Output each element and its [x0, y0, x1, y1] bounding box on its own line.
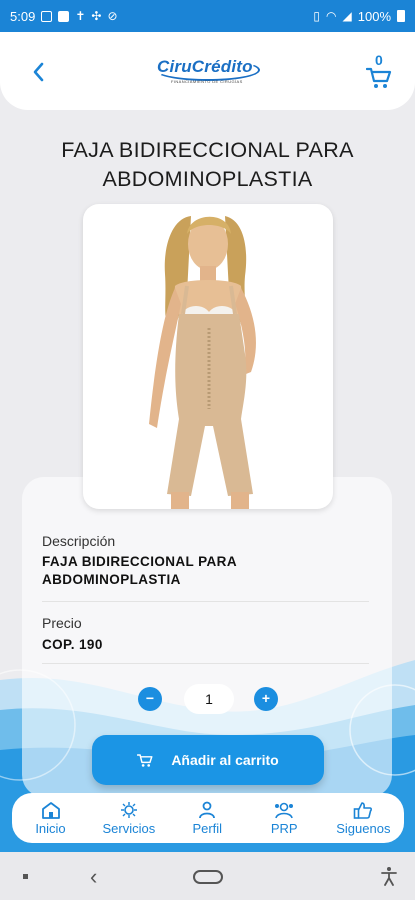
cart-icon	[137, 753, 153, 767]
add-to-cart-label: Añadir al carrito	[171, 752, 279, 768]
vibrate-icon: ▯	[313, 9, 321, 23]
product-photo	[149, 216, 256, 509]
status-bar: 5:09 ✝ ✣ ⊘ ▯ ◠ ◢ 100%	[0, 0, 415, 32]
bottom-nav: Inicio Servicios Perfil PRP Siguenos	[12, 793, 404, 843]
quantity-increase-button[interactable]: +	[254, 687, 278, 711]
nav-item-prp[interactable]: PRP	[259, 801, 309, 836]
price-label: Precio	[42, 615, 82, 631]
divider	[42, 663, 369, 664]
status-time: 5:09	[10, 8, 36, 24]
divider	[42, 601, 369, 602]
thumbs-up-icon	[354, 801, 373, 819]
quantity-value[interactable]: 1	[184, 684, 234, 714]
add-to-cart-button[interactable]: Añadir al carrito	[92, 735, 324, 785]
nav-label: Inicio	[35, 820, 66, 836]
app-header: CiruCrédito FINANCIAMIENTO DE CIRUGÍAS 0	[0, 32, 415, 110]
system-home-icon[interactable]	[193, 870, 223, 884]
battery-level: 100%	[357, 8, 391, 24]
logo-tagline: FINANCIAMIENTO DE CIRUGÍAS	[171, 79, 243, 84]
home-icon	[41, 801, 60, 819]
battery-icon	[397, 10, 405, 22]
price-value: COP. 190	[42, 637, 103, 652]
system-back-icon[interactable]: ‹	[90, 864, 97, 890]
wifi-icon: ◠	[326, 9, 337, 23]
description-value: FAJA BIDIRECCIONAL PARA ABDOMINOPLASTIA	[42, 554, 237, 587]
usb-icon: ✣	[91, 9, 102, 23]
nav-label: PRP	[270, 820, 298, 836]
nav-item-inicio[interactable]: Inicio	[26, 801, 76, 836]
minus-icon: −	[145, 690, 155, 706]
nav-label: Servicios	[102, 820, 156, 836]
cart-icon	[366, 67, 392, 88]
product-title: FAJA BIDIRECCIONAL PARA ABDOMINOPLASTIA	[61, 138, 354, 191]
accessibility-icon[interactable]	[380, 866, 398, 891]
gallery-icon	[41, 10, 53, 22]
product-info-card: Descripción FAJA BIDIRECCIONAL PARA ABDO…	[22, 477, 392, 797]
system-navigation-bar: ‹	[0, 852, 415, 900]
product-image	[83, 204, 333, 509]
description-label: Descripción	[42, 533, 116, 549]
nav-item-servicios[interactable]: Servicios	[102, 801, 156, 836]
signal-icon: ◢	[342, 9, 352, 23]
services-icon	[120, 801, 137, 818]
youtube-icon	[58, 10, 70, 22]
cart-button[interactable]: 0	[364, 52, 396, 96]
nav-item-siguenos[interactable]: Siguenos	[336, 801, 390, 836]
logo-text: CiruCrédito	[157, 57, 253, 76]
recents-icon[interactable]	[23, 874, 28, 879]
data-saver-icon: ⊘	[107, 9, 118, 23]
chevron-left-icon	[33, 62, 44, 82]
profile-icon	[199, 801, 216, 818]
nav-label: Perfil	[192, 820, 223, 836]
nav-item-perfil[interactable]: Perfil	[182, 801, 232, 836]
accessibility-icon: ✝	[75, 9, 86, 23]
back-button[interactable]	[30, 60, 48, 84]
plus-icon: +	[261, 690, 271, 706]
prp-icon	[275, 802, 294, 818]
nav-label: Siguenos	[336, 820, 391, 836]
app-logo: CiruCrédito FINANCIAMIENTO DE CIRUGÍAS	[155, 57, 265, 89]
quantity-decrease-button[interactable]: −	[138, 687, 162, 711]
